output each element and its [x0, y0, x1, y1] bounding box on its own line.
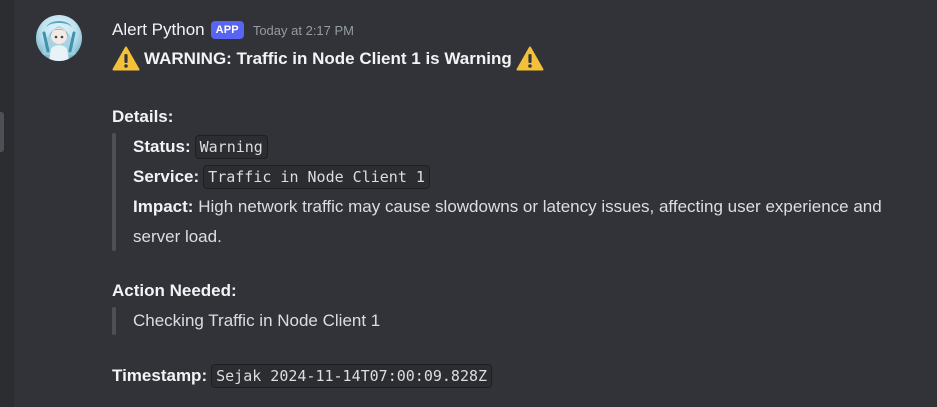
- details-label: Details:: [112, 107, 174, 126]
- action-value: Checking Traffic in Node Client 1: [133, 311, 381, 330]
- impact-row: Impact: High network traffic may cause s…: [133, 192, 923, 252]
- impact-key: Impact:: [133, 197, 194, 216]
- message-timestamp[interactable]: Today at 2:17 PM: [253, 23, 354, 38]
- timestamp-value: Sejak 2024-11-14T07:00:09.828Z: [211, 364, 493, 388]
- timestamp-row: Timestamp: Sejak 2024-11-14T07:00:09.828…: [112, 361, 922, 391]
- service-value: Traffic in Node Client 1: [203, 165, 430, 189]
- avatar-image: [42, 21, 76, 61]
- warning-icon: [112, 45, 140, 73]
- app-badge: APP: [210, 21, 244, 39]
- warning-icon: [516, 45, 544, 73]
- chat-message: Alert Python APP Today at 2:17 PM WARNIN…: [0, 0, 937, 407]
- details-blockquote: Status: Warning Service: Traffic in Node…: [112, 132, 923, 252]
- timestamp-key: Timestamp:: [112, 366, 208, 385]
- status-row: Status: Warning: [133, 132, 923, 162]
- alert-title-line: WARNING: Traffic in Node Client 1 is War…: [112, 44, 922, 74]
- alert-title: WARNING: Traffic in Node Client 1 is War…: [144, 49, 512, 68]
- action-label: Action Needed:: [112, 281, 237, 300]
- service-key: Service:: [133, 167, 200, 186]
- username[interactable]: Alert Python: [112, 20, 205, 40]
- service-row: Service: Traffic in Node Client 1: [133, 162, 923, 192]
- status-key: Status:: [133, 137, 191, 156]
- avatar[interactable]: [36, 15, 82, 61]
- action-blockquote: Checking Traffic in Node Client 1: [112, 306, 922, 336]
- impact-value: High network traffic may cause slowdowns…: [133, 197, 882, 246]
- message-content: WARNING: Traffic in Node Client 1 is War…: [112, 44, 922, 391]
- message-header: Alert Python APP Today at 2:17 PM: [112, 18, 354, 42]
- status-value: Warning: [194, 135, 268, 159]
